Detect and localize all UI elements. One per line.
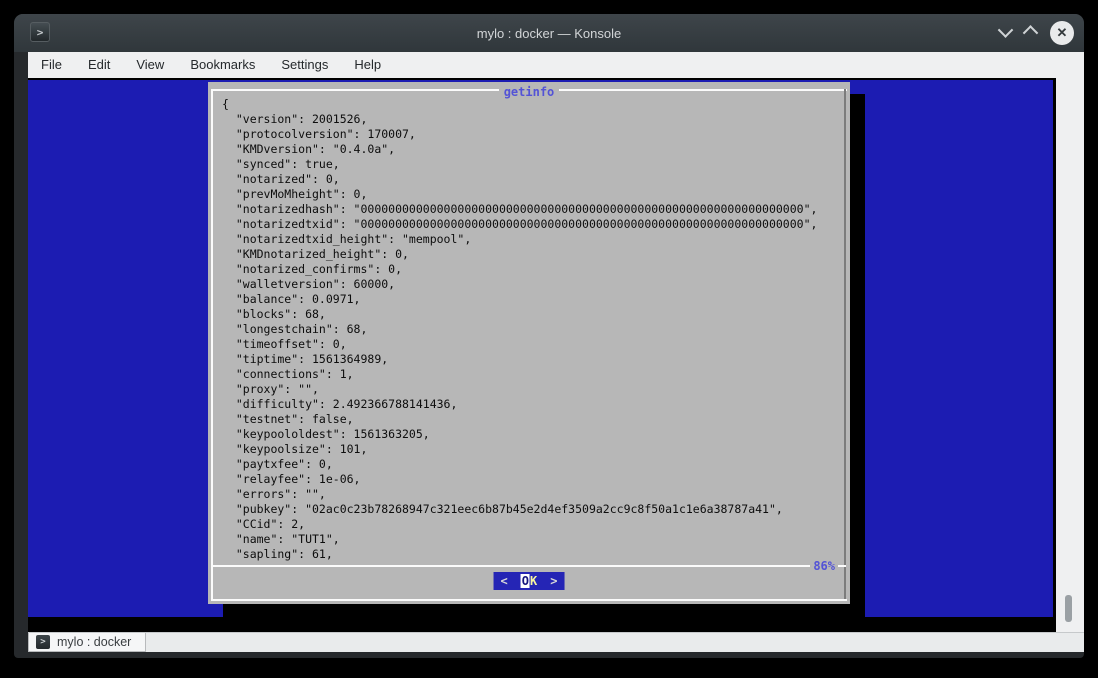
dialog-border-bottom bbox=[211, 599, 847, 601]
dialog-shadow-right bbox=[850, 94, 865, 618]
ok-button[interactable]: < OK > bbox=[494, 572, 565, 590]
window-content: File Edit View Bookmarks Settings Help bbox=[28, 52, 1084, 652]
menu-bookmarks[interactable]: Bookmarks bbox=[177, 52, 268, 78]
scroll-percent-indicator: 86% bbox=[810, 559, 838, 573]
dialog-json-text: { "version": 2001526, "protocolversion":… bbox=[222, 97, 817, 562]
menu-settings[interactable]: Settings bbox=[268, 52, 341, 78]
terminal-tab-icon: > bbox=[36, 635, 50, 649]
tab-bar: > mylo : docker bbox=[28, 632, 1084, 652]
title-bar[interactable]: > mylo : docker — Konsole ✕ bbox=[14, 14, 1084, 52]
ok-button-label: K bbox=[530, 574, 537, 588]
konsole-window: > mylo : docker — Konsole ✕ File Edit Vi… bbox=[14, 14, 1084, 658]
menu-edit[interactable]: Edit bbox=[75, 52, 123, 78]
scrollbar-thumb[interactable] bbox=[1065, 595, 1072, 622]
menu-file[interactable]: File bbox=[28, 52, 75, 78]
close-button[interactable]: ✕ bbox=[1050, 21, 1074, 45]
minimize-button[interactable] bbox=[1000, 24, 1011, 42]
tab-mylo-docker[interactable]: > mylo : docker bbox=[28, 633, 146, 652]
ok-button-left-bracket: < bbox=[501, 574, 508, 588]
maximize-button[interactable] bbox=[1025, 24, 1036, 42]
window-controls: ✕ bbox=[1000, 14, 1074, 52]
dialog-border-right bbox=[844, 89, 846, 600]
window-title: mylo : docker — Konsole bbox=[14, 26, 1084, 41]
chevron-down-icon bbox=[998, 22, 1014, 38]
dialog-border-left bbox=[211, 89, 213, 600]
menu-view[interactable]: View bbox=[123, 52, 177, 78]
dialog-shadow-bottom bbox=[223, 604, 865, 618]
menu-help[interactable]: Help bbox=[341, 52, 394, 78]
ok-button-right-bracket: > bbox=[550, 574, 557, 588]
tab-label: mylo : docker bbox=[57, 635, 131, 649]
ok-button-cursor: O bbox=[521, 574, 530, 588]
terminal-scrollbar[interactable] bbox=[1056, 78, 1084, 632]
dialog-separator-line bbox=[211, 565, 846, 567]
chevron-up-icon bbox=[1023, 25, 1039, 41]
menu-bar: File Edit View Bookmarks Settings Help bbox=[28, 52, 1084, 78]
getinfo-dialog: getinfo { "version": 2001526, "protocolv… bbox=[208, 82, 850, 604]
konsole-app-icon: > bbox=[30, 22, 50, 42]
terminal-screen[interactable]: getinfo { "version": 2001526, "protocolv… bbox=[28, 78, 1056, 632]
dialog-title: getinfo bbox=[208, 81, 850, 100]
